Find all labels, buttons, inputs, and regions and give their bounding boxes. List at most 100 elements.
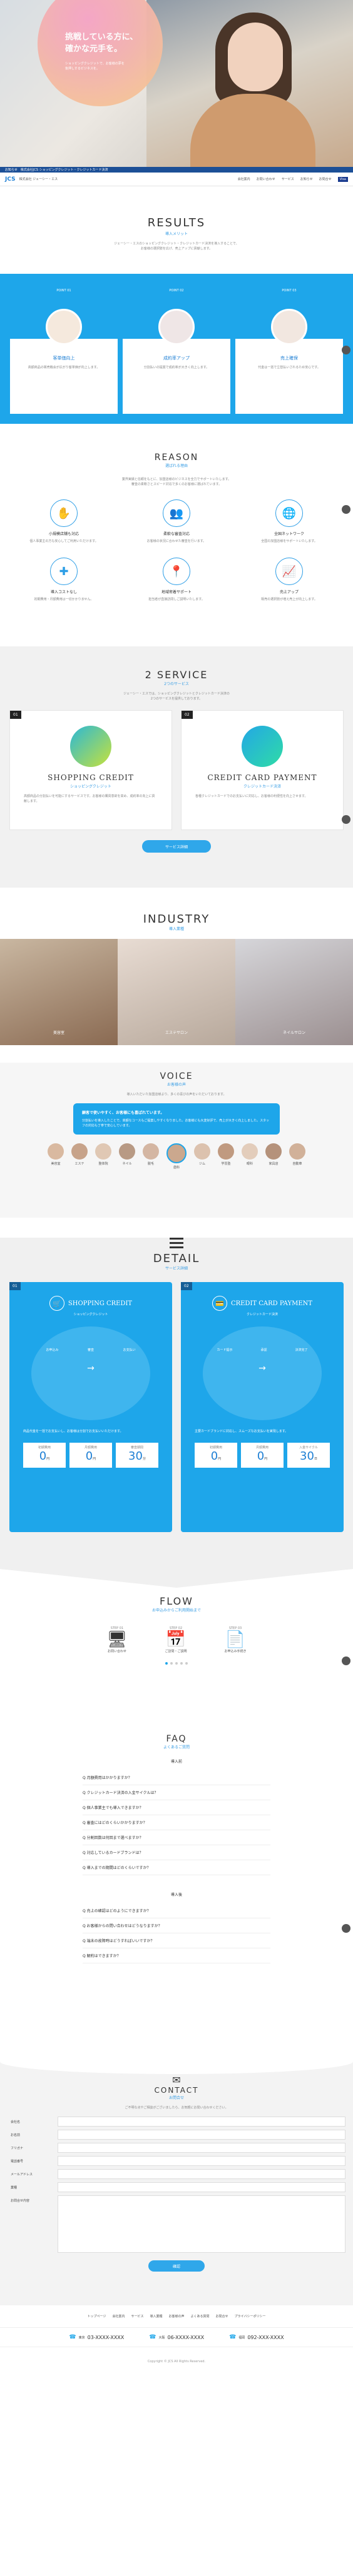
- detail-subtitle: サービス詳細: [165, 1266, 188, 1271]
- voice-avatar[interactable]: ジム: [194, 1143, 210, 1170]
- faq-question[interactable]: Q 導入までの期間はどのくらいですか？: [83, 1860, 270, 1875]
- footer-link[interactable]: サービス: [131, 2314, 143, 2318]
- faq-question[interactable]: Q 審査にはどのくらいかかりますか？: [83, 1815, 270, 1830]
- faq-question[interactable]: Q 対応しているカードブランドは？: [83, 1845, 270, 1860]
- fee-label: 初期費用: [209, 1446, 222, 1450]
- footer-tel[interactable]: ☎ 福岡 092-XXX-XXXX: [229, 2334, 284, 2340]
- fee-unit: 円: [218, 1457, 222, 1461]
- voice-avatar[interactable]: 自動車: [289, 1143, 305, 1170]
- fee-box: 月額費用 0円: [241, 1443, 284, 1468]
- results-card-caption: 分割払いの提案で成約率が大きく向上します。: [143, 366, 210, 369]
- footer-link[interactable]: よくある質問: [191, 2314, 210, 2318]
- faq-question[interactable]: Q 個人事業主でも導入できますか？: [83, 1800, 270, 1815]
- faq-question[interactable]: Q 解約はできますか？: [83, 1948, 270, 1963]
- nav-item[interactable]: サービス: [282, 177, 294, 181]
- name-field[interactable]: [58, 2130, 345, 2140]
- footer-link[interactable]: トップページ: [88, 2314, 106, 2318]
- scroll-top-button[interactable]: [342, 815, 350, 824]
- chart-icon: 📈: [275, 558, 303, 585]
- computer-icon: 🖥: [106, 1630, 128, 1649]
- footer-link[interactable]: お問合せ: [216, 2314, 228, 2318]
- fee-unit: 分: [142, 1457, 146, 1461]
- pagination-dot[interactable]: [185, 1662, 188, 1665]
- voice-desc: 導入いただいた加盟店様より、多くの喜びの声をいただいております。: [126, 1093, 227, 1096]
- fee-label: 月額費用: [255, 1446, 269, 1450]
- tel-number: 092-XXX-XXXX: [247, 2334, 284, 2340]
- message-field[interactable]: [58, 2195, 345, 2253]
- flow-label: お支払い: [123, 1348, 136, 1352]
- voice-avatar-label: 脱毛: [147, 1162, 154, 1166]
- scroll-top-button[interactable]: [342, 1924, 350, 1933]
- kana-field[interactable]: [58, 2143, 345, 2153]
- footer-link[interactable]: プライバシーポリシー: [235, 2314, 266, 2318]
- email-field[interactable]: [58, 2169, 345, 2179]
- phone-icon: ☎: [149, 2334, 156, 2340]
- voice-avatar[interactable]: 脱毛: [143, 1143, 159, 1170]
- nav-item[interactable]: お知らせ: [300, 177, 313, 181]
- voice-avatar[interactable]: 歯科: [166, 1143, 187, 1170]
- voice-avatar[interactable]: 整体院: [95, 1143, 111, 1170]
- mail-icon: ✉: [172, 2074, 181, 2086]
- voice-avatar[interactable]: 学習塾: [218, 1143, 234, 1170]
- voice-avatar[interactable]: 美容室: [48, 1143, 64, 1170]
- arrow-icon: →: [87, 1363, 95, 1373]
- faq-question[interactable]: Q 月額費用はかかりますか？: [83, 1770, 270, 1785]
- service-card[interactable]: 02 CREDIT CARD PAYMENT クレジットカード決済 各種クレジッ…: [181, 710, 344, 830]
- nav-item[interactable]: お問合せ: [319, 177, 332, 181]
- results-title: RESULTS: [147, 216, 206, 229]
- pagination-dot[interactable]: [180, 1662, 183, 1665]
- phone-field[interactable]: [58, 2156, 345, 2166]
- service-subtitle: 2つのサービス: [164, 682, 189, 686]
- fee-label: 月額費用: [84, 1446, 97, 1450]
- results-card-num: POINT 02: [169, 289, 184, 293]
- voice-bubble-text: 分割払いを導入したことで、高額なコースもご提案しやすくなりました。お客様にも大変…: [82, 1119, 270, 1128]
- pagination-dot[interactable]: [165, 1662, 168, 1665]
- nav-item[interactable]: 会社案内: [238, 177, 250, 181]
- detail-card-text: 商品代金を一括でお支払いし、お客様は分割でお支払いいただけます。: [23, 1430, 123, 1433]
- voice-avatar[interactable]: 眼科: [242, 1143, 258, 1170]
- detail-card-num: 01: [9, 1282, 21, 1290]
- step-caption: ご訪問・ご説明: [165, 1650, 187, 1653]
- footer-link[interactable]: 導入業種: [150, 2314, 162, 2318]
- service-card[interactable]: 01 SHOPPING CREDIT ショッピングクレジット 高額商品の分割払い…: [9, 710, 172, 830]
- service-card-num: 02: [182, 711, 193, 719]
- pagination-dot[interactable]: [175, 1662, 178, 1665]
- reason-label: 導入コストなし: [50, 590, 77, 594]
- nav-item[interactable]: お問い合わせ: [257, 177, 275, 181]
- footer-tel[interactable]: ☎ 大阪 06-XXXX-XXXX: [149, 2334, 204, 2340]
- scroll-top-button[interactable]: [342, 505, 350, 514]
- results-panel: POINT 01 客単価向上 高額商品の販売機会が広がり客単価が向上します。 P…: [0, 274, 353, 424]
- scroll-top-button[interactable]: [342, 1656, 350, 1665]
- credit-card-icon: 💳: [212, 1296, 227, 1311]
- fee-unit: 円: [264, 1457, 268, 1461]
- results-card-num: POINT 03: [282, 289, 297, 293]
- service-detail-button[interactable]: サービス詳細: [142, 840, 211, 853]
- industry-photo[interactable]: 美容室: [0, 939, 118, 1045]
- menu-icon: [170, 1238, 183, 1248]
- hero-photo-face: [228, 23, 283, 91]
- phone-icon: ☎: [69, 2334, 76, 2340]
- faq-question[interactable]: Q お客様からの問い合わせはどうなりますか？: [83, 1918, 270, 1933]
- voice-avatar[interactable]: エステ: [71, 1143, 88, 1170]
- industry-photo[interactable]: エステサロン: [118, 939, 235, 1045]
- industry-field[interactable]: [58, 2182, 345, 2192]
- company-field[interactable]: [58, 2117, 345, 2127]
- voice-avatar[interactable]: 家具店: [265, 1143, 282, 1170]
- pagination-dot[interactable]: [170, 1662, 173, 1665]
- results-card-label: 客単価向上: [53, 356, 75, 361]
- footer-link[interactable]: 会社案内: [112, 2314, 125, 2318]
- faq-question[interactable]: Q 端末の故障時はどうすればいいですか？: [83, 1933, 270, 1948]
- faq-question[interactable]: Q クレジットカード決済の入金サイクルは？: [83, 1785, 270, 1800]
- footer-tel[interactable]: ☎ 東京 03-XXXX-XXXX: [69, 2334, 124, 2340]
- faq-question[interactable]: Q 売上の確認はどのようにできますか？: [83, 1903, 270, 1918]
- industry-photo[interactable]: ネイルサロン: [235, 939, 353, 1045]
- industry-label: ネイルサロン: [282, 1031, 305, 1035]
- tel-area: 福岡: [238, 2335, 245, 2340]
- faq-question[interactable]: Q 分割回数は何回まで選べますか？: [83, 1830, 270, 1845]
- logo[interactable]: JCS: [5, 176, 16, 183]
- scroll-top-button[interactable]: [342, 346, 350, 354]
- voice-avatar[interactable]: ネイル: [119, 1143, 135, 1170]
- voice-avatar-label: ジム: [198, 1162, 205, 1166]
- footer-link[interactable]: お客様の声: [169, 2314, 185, 2318]
- confirm-button[interactable]: 確認: [148, 2260, 205, 2272]
